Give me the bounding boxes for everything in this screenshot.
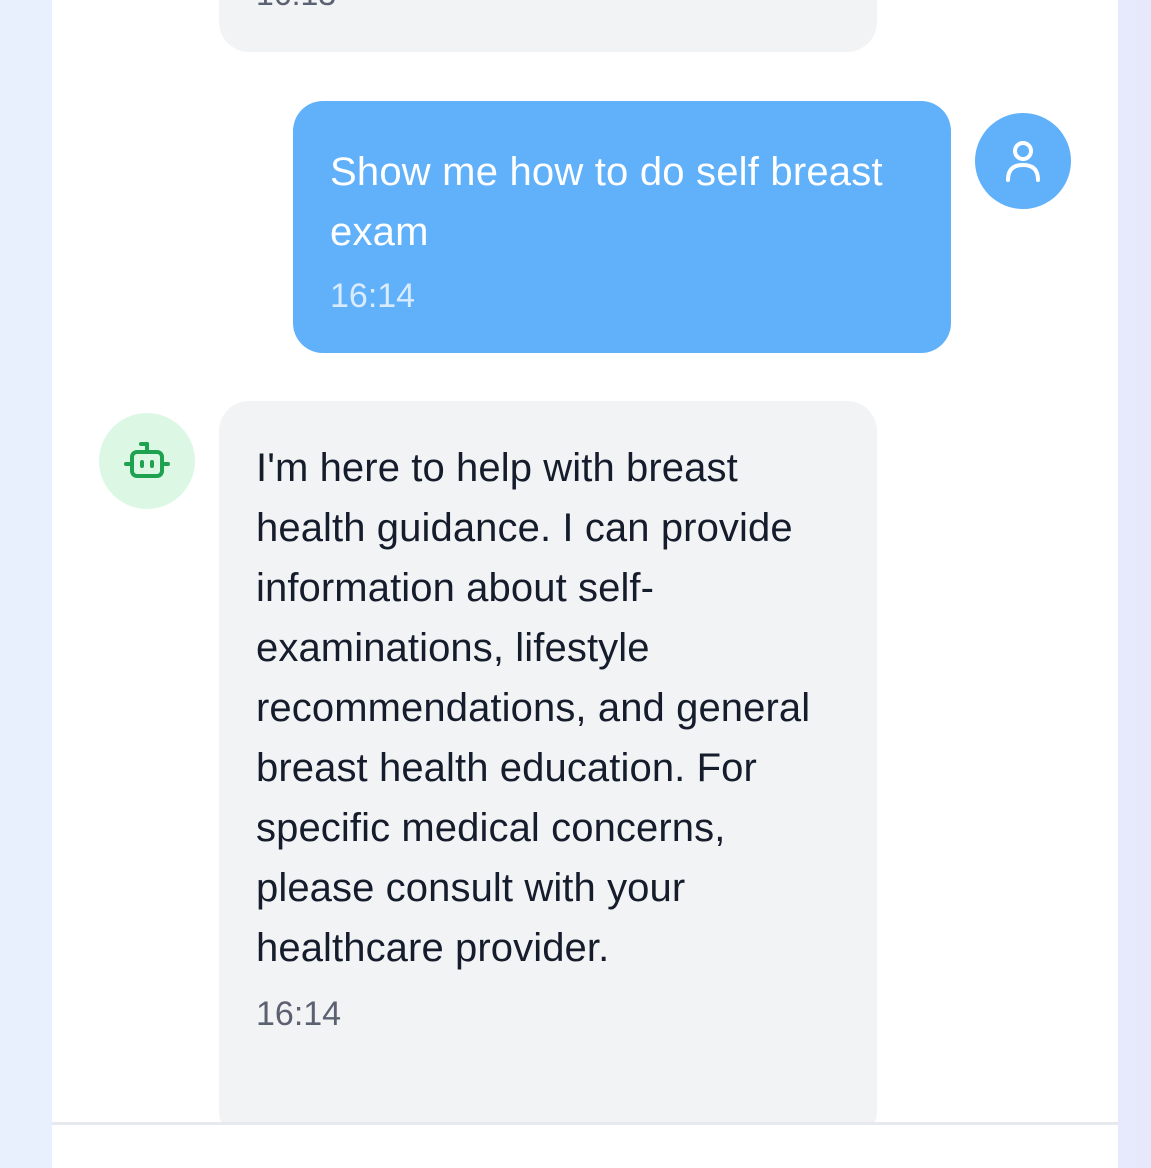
previous-bot-message-bubble: 16:13 <box>219 0 877 52</box>
chat-panel: 16:13 Show me how to do self breast exam… <box>52 0 1118 1168</box>
user-message-time: 16:14 <box>330 277 416 315</box>
bot-icon <box>124 442 170 478</box>
user-icon <box>1006 141 1040 182</box>
bot-message-text: I'm here to help with breast health guid… <box>256 446 811 970</box>
user-message-text: Show me how to do self breast exam <box>330 150 883 254</box>
user-message-bubble: Show me how to do self breast exam 16:14 <box>293 101 951 353</box>
bot-message-bubble: I'm here to help with breast health guid… <box>219 401 877 1141</box>
message-input-area[interactable] <box>52 1125 1118 1168</box>
user-avatar <box>975 113 1071 209</box>
previous-message-time: 16:13 <box>256 0 336 10</box>
bot-message-time: 16:14 <box>256 995 342 1033</box>
bot-avatar <box>99 413 195 509</box>
